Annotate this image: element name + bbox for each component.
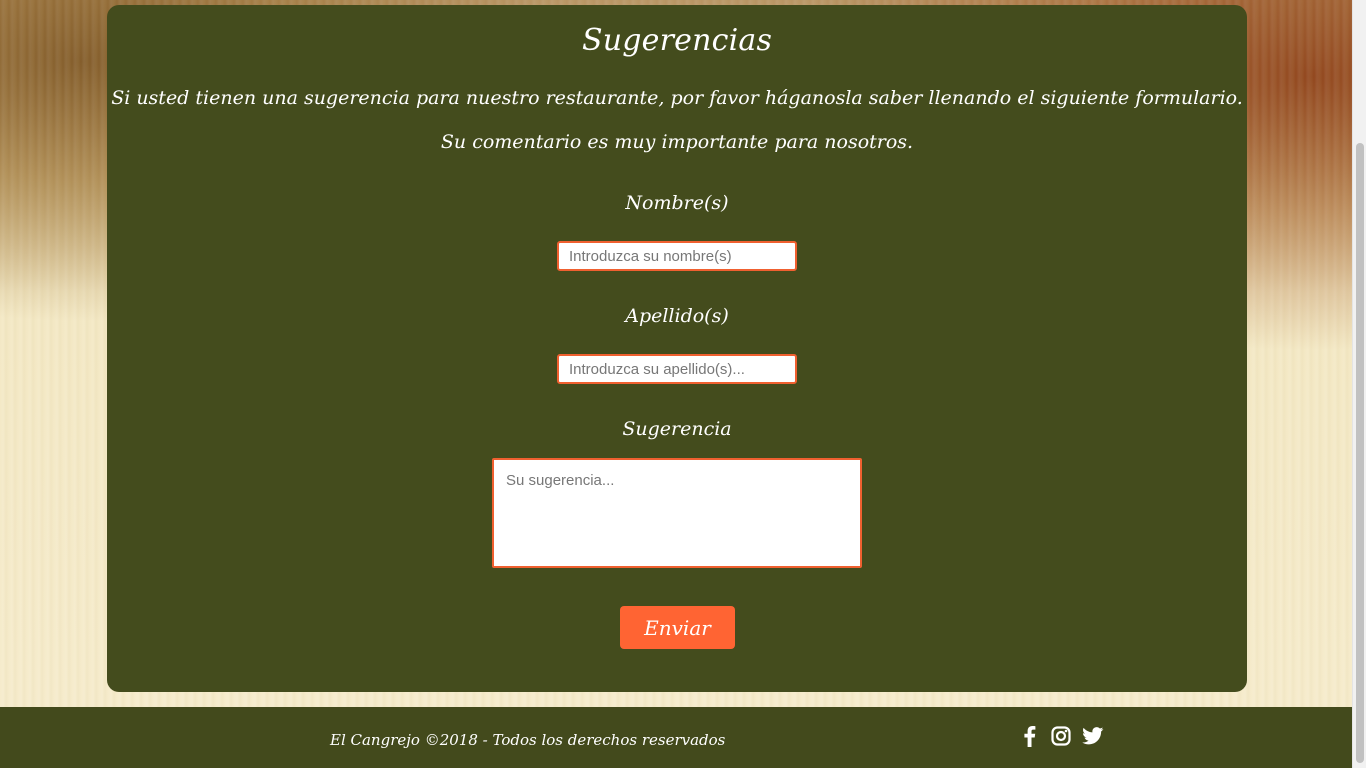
- sugerencia-label: Sugerencia: [622, 418, 732, 440]
- twitter-icon[interactable]: [1082, 725, 1104, 747]
- page-title: Sugerencias: [581, 23, 773, 58]
- scrollbar-thumb[interactable]: [1356, 143, 1364, 763]
- facebook-icon[interactable]: [1018, 725, 1040, 747]
- nombre-label: Nombre(s): [625, 192, 729, 214]
- apellido-input[interactable]: [557, 354, 797, 384]
- copyright-text: El Cangrejo ©2018 - Todos los derechos r…: [330, 731, 726, 749]
- social-links: [1018, 725, 1104, 747]
- footer: El Cangrejo ©2018 - Todos los derechos r…: [0, 707, 1352, 768]
- suggestion-form-panel: Sugerencias Si usted tienen una sugerenc…: [107, 5, 1247, 692]
- nombre-input[interactable]: [557, 241, 797, 271]
- submit-button[interactable]: Enviar: [620, 606, 735, 649]
- apellido-label: Apellido(s): [625, 305, 729, 327]
- instagram-icon[interactable]: [1050, 725, 1072, 747]
- intro-text: Si usted tienen una sugerencia para nues…: [111, 87, 1243, 109]
- page-scrollbar[interactable]: [1352, 0, 1366, 768]
- intro-subtext: Su comentario es muy importante para nos…: [440, 131, 914, 153]
- sugerencia-textarea[interactable]: [492, 458, 862, 568]
